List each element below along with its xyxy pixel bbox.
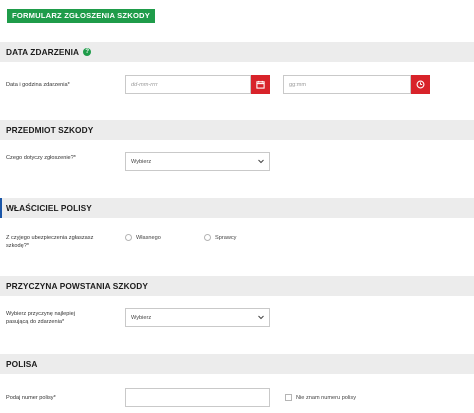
calendar-icon[interactable] (251, 75, 270, 94)
policy-number-input[interactable] (125, 388, 270, 407)
event-time-input[interactable]: gg:mm (283, 75, 411, 94)
unknown-policy-checkbox-box[interactable] (285, 394, 292, 401)
radio-own-circle[interactable] (125, 234, 132, 241)
damage-subject-label: Czego dotyczy zgłoszenie?* (6, 155, 76, 161)
help-icon[interactable]: ? (83, 48, 92, 56)
section-policy: POLISA (0, 354, 474, 374)
damage-subject-select[interactable]: Wybierz (125, 152, 270, 171)
section-title-damage-subject: PRZEDMIOT SZKODY (6, 125, 94, 135)
radio-own-label: Własnego (136, 234, 161, 241)
event-date-label: Data i godzina zdarzenia* (6, 82, 70, 88)
form-title: FORMULARZ ZGŁOSZENIA SZKODY (7, 9, 156, 23)
section-event-date: DATA ZDARZENIA ? (0, 42, 474, 62)
policy-number-label: Podaj numer polisy* (6, 395, 56, 401)
policy-owner-label-line2: szkodę?* (6, 243, 30, 249)
radio-own[interactable]: Własnego (125, 234, 161, 241)
radio-perpetrator-circle[interactable] (204, 234, 211, 241)
section-title-damage-cause: PRZYCZYNA POWSTANIA SZKODY (6, 281, 148, 291)
section-policy-owner: WŁAŚCICIEL POLISY (0, 198, 474, 218)
damage-cause-label-line1: Wybierz przyczynę najlepiej (6, 311, 75, 317)
damage-cause-select[interactable]: Wybierz (125, 308, 270, 327)
event-date-input[interactable]: dd-mm-rrrr (125, 75, 251, 94)
damage-subject-select-value: Wybierz (131, 158, 152, 165)
section-title-policy-owner: WŁAŚCICIEL POLISY (6, 203, 92, 213)
section-title-policy: POLISA (6, 359, 38, 369)
unknown-policy-checkbox[interactable]: Nie znam numeru polisy (285, 394, 356, 401)
radio-perpetrator[interactable]: Sprawcy (204, 234, 236, 241)
chevron-down-icon (258, 315, 264, 320)
chevron-down-icon (258, 159, 264, 164)
section-damage-cause: PRZYCZYNA POWSTANIA SZKODY (0, 276, 474, 296)
radio-perpetrator-label: Sprawcy (215, 234, 237, 241)
damage-cause-label-line2: pasującą do zdarzenia* (6, 319, 65, 325)
unknown-policy-checkbox-label: Nie znam numeru polisy (296, 394, 357, 401)
clock-icon[interactable] (411, 75, 430, 94)
section-damage-subject: PRZEDMIOT SZKODY (0, 120, 474, 140)
policy-owner-label: Z czyjego ubezpieczenia zgłaszasz szkodę… (6, 234, 93, 250)
damage-cause-select-value: Wybierz (131, 314, 152, 321)
damage-cause-label: Wybierz przyczynę najlepiej pasującą do … (6, 310, 75, 326)
policy-owner-label-line1: Z czyjego ubezpieczenia zgłaszasz (6, 235, 94, 241)
section-title-event-date: DATA ZDARZENIA (6, 47, 80, 57)
